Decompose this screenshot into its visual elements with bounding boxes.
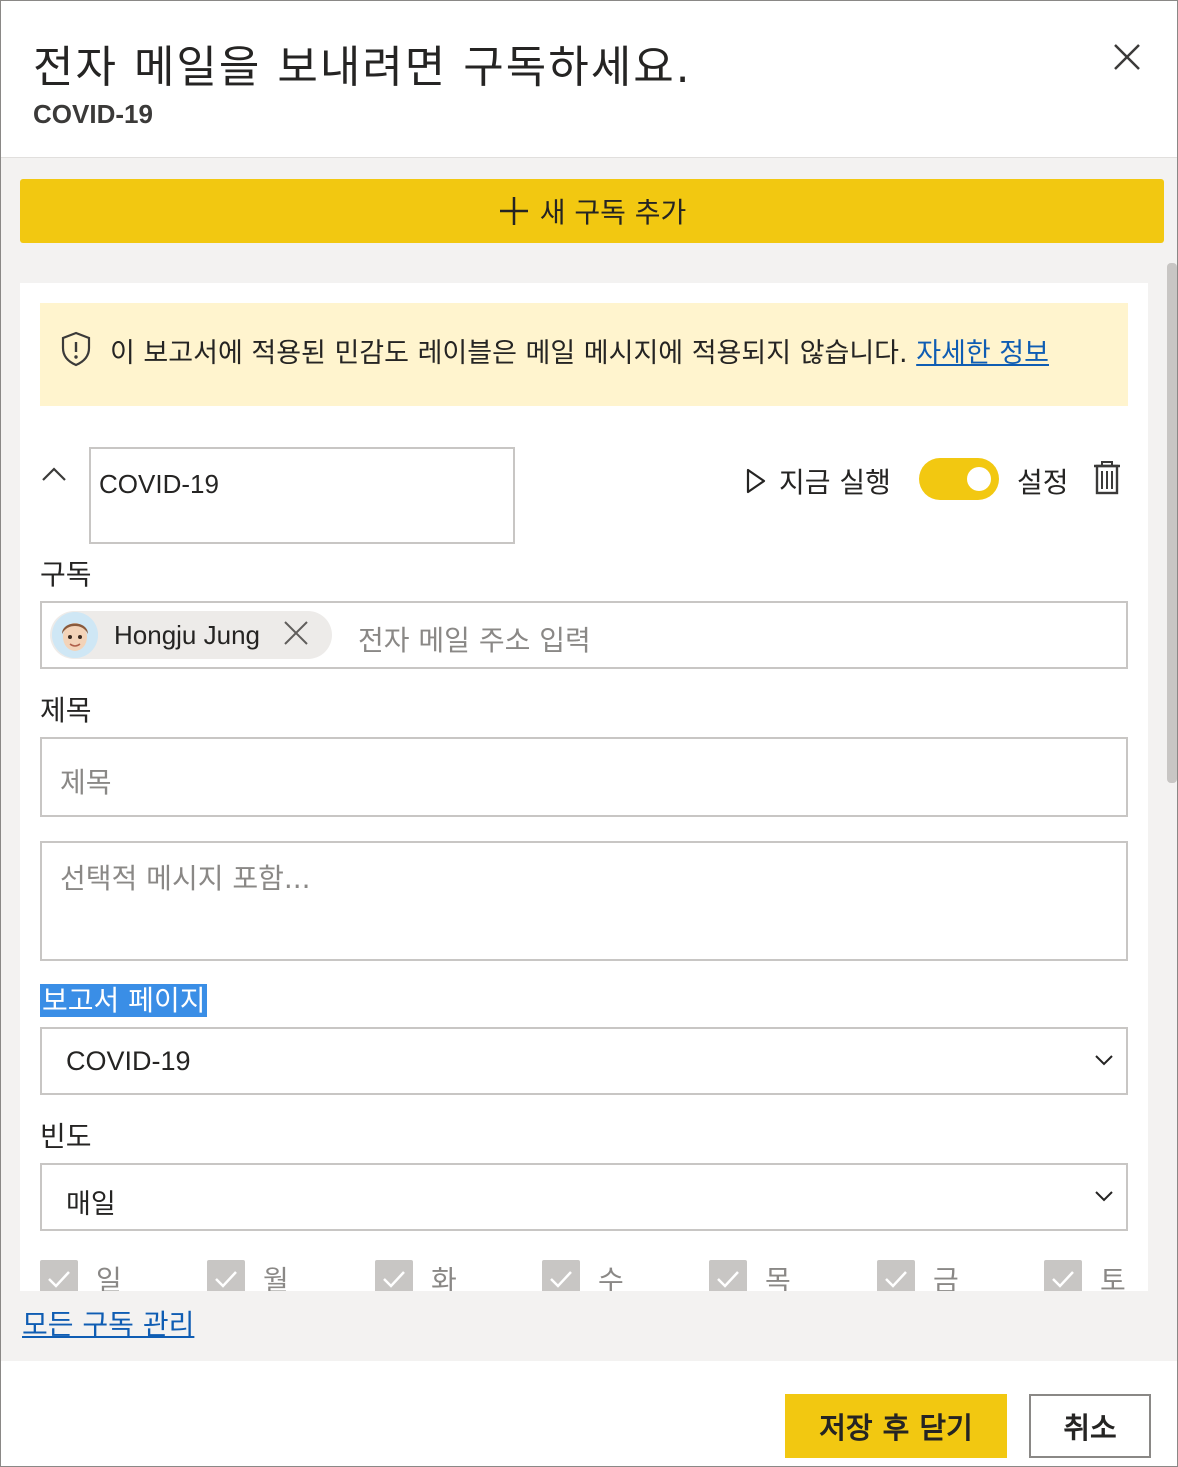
chevron-down-icon — [1095, 1055, 1113, 1066]
remove-recipient-button[interactable] — [282, 619, 310, 651]
message-input[interactable]: 선택적 메시지 포함... — [40, 841, 1128, 961]
close-button[interactable] — [1107, 37, 1147, 77]
recipients-label: 구독 — [40, 558, 92, 591]
day-label: 수 — [598, 1264, 624, 1291]
trash-icon — [1094, 461, 1120, 495]
day-checkbox[interactable] — [542, 1260, 580, 1291]
chevron-up-icon — [42, 467, 66, 481]
day-checkbox[interactable] — [877, 1260, 915, 1291]
day-label: 화 — [431, 1264, 457, 1291]
day-sun[interactable]: 일 — [40, 1259, 122, 1291]
shield-icon — [61, 331, 91, 367]
recipient-name: Hongju Jung — [114, 619, 260, 650]
checkmark-icon — [383, 1271, 405, 1288]
sensitivity-notice: 이 보고서에 적용된 민감도 레이블은 메일 메시지에 적용되지 않습니다. 자… — [40, 303, 1128, 406]
day-checkbox[interactable] — [709, 1260, 747, 1291]
remove-icon — [284, 621, 308, 645]
report-page-select[interactable]: COVID-19 — [40, 1027, 1128, 1095]
frequency-select[interactable]: 매일 — [40, 1163, 1128, 1231]
dialog-subtitle: COVID-19 — [33, 99, 153, 129]
subscription-card: 이 보고서에 적용된 민감도 레이블은 메일 메시지에 적용되지 않습니다. 자… — [20, 283, 1148, 1291]
day-wed[interactable]: 수 — [542, 1259, 624, 1291]
checkmark-icon — [717, 1271, 739, 1288]
day-checkbox[interactable] — [1044, 1260, 1082, 1291]
recipient-chip: Hongju Jung — [50, 611, 332, 659]
day-fri[interactable]: 금 — [877, 1259, 959, 1291]
report-page-value: COVID-19 — [66, 1046, 191, 1076]
day-tue[interactable]: 화 — [375, 1259, 457, 1291]
add-subscription-button[interactable]: 새 구독 추가 — [20, 179, 1164, 243]
save-and-close-button[interactable]: 저장 후 닫기 — [785, 1394, 1007, 1458]
checkmark-icon — [550, 1271, 572, 1288]
day-checkbox[interactable] — [207, 1260, 245, 1291]
day-label: 금 — [933, 1264, 959, 1291]
subscribe-dialog: 전자 메일을 보내려면 구독하세요. COVID-19 새 구독 추가 이 보고… — [0, 0, 1178, 1467]
report-page-label-text: 보고서 페이지 — [40, 984, 208, 1017]
avatar — [52, 612, 98, 658]
frequency-value: 매일 — [66, 1189, 116, 1219]
day-sat[interactable]: 토 — [1044, 1259, 1126, 1291]
report-page-label: 보고서 페이지 — [40, 979, 208, 1019]
day-thu[interactable]: 목 — [709, 1259, 791, 1291]
checkmark-icon — [885, 1271, 907, 1288]
manage-all-subscriptions-link[interactable]: 모든 구독 관리 — [22, 1303, 194, 1343]
day-label: 월 — [263, 1264, 289, 1291]
delete-button[interactable] — [1092, 461, 1122, 499]
day-mon[interactable]: 월 — [207, 1259, 289, 1291]
plus-icon — [499, 197, 528, 225]
checkmark-icon — [1052, 1271, 1074, 1288]
day-checkbox[interactable] — [40, 1260, 78, 1291]
avatar-icon — [52, 612, 98, 658]
notice-text: 이 보고서에 적용된 민감도 레이블은 메일 메시지에 적용되지 않습니다. 자… — [110, 337, 1110, 371]
recipients-field[interactable]: Hongju Jung 전자 메일 주소 입력 — [40, 601, 1128, 669]
subject-label: 제목 — [40, 694, 92, 727]
dialog-title: 전자 메일을 보내려면 구독하세요. — [33, 42, 692, 93]
frequency-label: 빈도 — [40, 1120, 92, 1153]
toggle-knob — [967, 467, 991, 491]
checkmark-icon — [215, 1271, 237, 1288]
day-checkboxes: 일 월 화 수 목 금 토 — [40, 1259, 1128, 1291]
run-now-button[interactable]: 지금 실행 — [745, 461, 891, 501]
subject-placeholder: 제목 — [60, 766, 112, 799]
toggle-label: 설정 — [1017, 466, 1069, 499]
dialog-footer: 저장 후 닫기 취소 — [1, 1362, 1177, 1466]
day-label: 토 — [1100, 1264, 1126, 1291]
message-placeholder: 선택적 메시지 포함... — [60, 862, 311, 895]
subscription-toggle[interactable] — [919, 458, 999, 500]
play-icon — [746, 468, 766, 494]
day-label: 목 — [765, 1264, 791, 1291]
recipients-placeholder: 전자 메일 주소 입력 — [358, 624, 591, 657]
subject-input[interactable]: 제목 — [40, 737, 1128, 817]
collapse-button[interactable] — [40, 461, 68, 493]
cancel-button[interactable]: 취소 — [1029, 1394, 1151, 1458]
checkmark-icon — [48, 1271, 70, 1288]
learn-more-link[interactable]: 자세한 정보 — [916, 338, 1049, 369]
subscription-name-input[interactable]: COVID-19 — [89, 447, 515, 544]
chevron-down-icon — [1095, 1191, 1113, 1202]
day-label: 일 — [96, 1264, 122, 1291]
add-subscription-label: 새 구독 추가 — [539, 196, 687, 229]
run-now-label: 지금 실행 — [779, 466, 891, 499]
scrollbar-thumb[interactable] — [1167, 263, 1177, 783]
notice-message: 이 보고서에 적용된 민감도 레이블은 메일 메시지에 적용되지 않습니다. — [110, 338, 917, 369]
close-icon — [1114, 44, 1140, 70]
day-checkbox[interactable] — [375, 1260, 413, 1291]
dialog-header: 전자 메일을 보내려면 구독하세요. COVID-19 — [1, 1, 1177, 158]
